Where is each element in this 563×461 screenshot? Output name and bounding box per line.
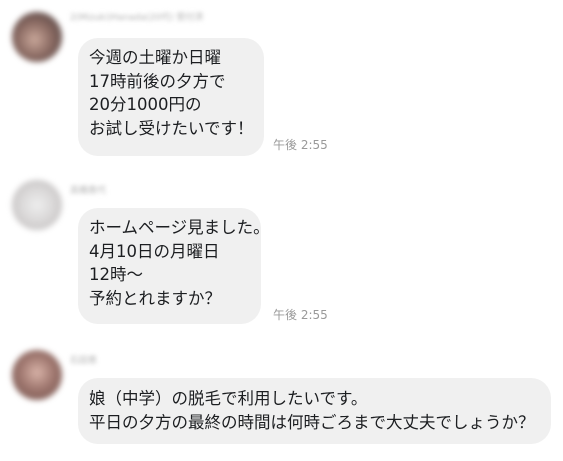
message-text: 20分1000円の	[89, 95, 202, 114]
timestamp: 午後 2:55	[273, 308, 328, 322]
sender-name: 高橋香代	[70, 186, 107, 196]
message-text: 17時前後の夕方で	[89, 71, 226, 91]
message-text: 予約とれますか？	[89, 288, 221, 308]
avatar[interactable]	[12, 180, 62, 230]
message-text: 今週の土曜か日曜	[89, 48, 221, 67]
sender-name: 石田恵	[70, 356, 98, 366]
message-bubble[interactable]: 娘（中学）の脱毛で利用したいです。 平日の夕方の最終の時間は何時ごろまで大丈夫で…	[78, 378, 551, 444]
message-text: お試し受けたいです！	[89, 118, 254, 138]
message-bubble[interactable]: ホームページ見ました。 4月10日の月曜日 12時〜 予約とれますか？	[78, 208, 270, 324]
sender-name: 2(Mizuki)Hanada(20代) 受付済	[70, 13, 204, 23]
message-text: 12時〜	[89, 265, 143, 284]
message-text: ホームページ見ました。	[89, 218, 270, 237]
avatar[interactable]	[12, 12, 62, 62]
message-text: 娘（中学）の脱毛で利用したいです。	[89, 389, 368, 408]
message-bubble[interactable]: 今週の土曜か日曜 17時前後の夕方で 20分1000円の お試し受けたいです！	[78, 38, 264, 156]
timestamp: 午後 2:55	[273, 138, 328, 152]
message-text: 平日の夕方の最終の時間は何時ごろまで大丈夫でしょうか？	[89, 412, 535, 432]
avatar[interactable]	[12, 350, 62, 400]
message-text: 4月10日の月曜日	[89, 241, 220, 261]
